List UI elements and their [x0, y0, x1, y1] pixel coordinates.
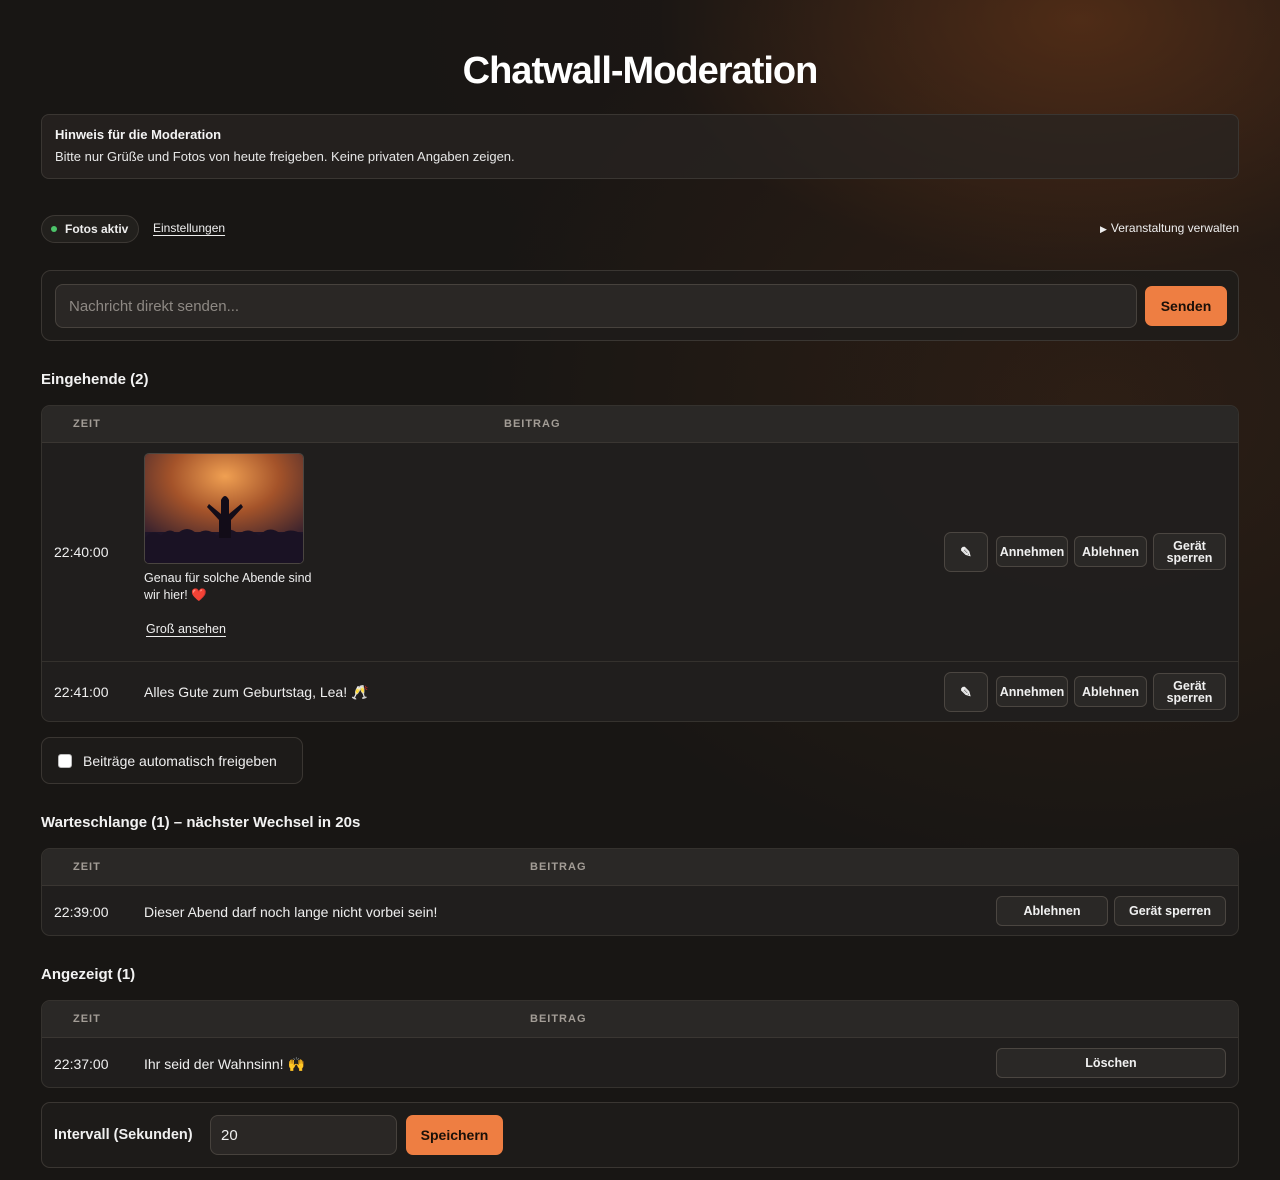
row-text: Ihr seid der Wahnsinn! 🙌 [144, 1056, 305, 1072]
auto-approve-checkbox[interactable] [58, 753, 72, 768]
incoming-table: ZEIT BEITRAG 22:40:00 Genau für solche A… [41, 405, 1239, 722]
photos-status-badge: Fotos aktiv [41, 215, 140, 243]
column-post: BEITRAG [504, 418, 561, 430]
manage-event-toggle[interactable]: ▶ Veranstaltung verwalten [1100, 221, 1239, 235]
page-title: Chatwall-Moderation [462, 50, 819, 92]
accept-button[interactable]: Annehmen [996, 676, 1068, 707]
table-row: 22:40:00 Genau für solche Abende sind wi… [42, 443, 1238, 662]
table-row: 22:39:00 Dieser Abend darf noch lange ni… [42, 886, 1238, 935]
block-device-button[interactable]: Gerät sperren [1153, 673, 1226, 710]
column-post: BEITRAG [530, 1013, 587, 1025]
block-device-button[interactable]: Gerät sperren [1114, 896, 1226, 926]
post-caption: Genau für solche Abende sind wir hier! ❤… [144, 571, 312, 602]
status-dot-icon [51, 226, 57, 232]
reject-button[interactable]: Ablehnen [1074, 536, 1147, 567]
column-time: ZEIT [73, 1013, 101, 1025]
shown-table: ZEIT BEITRAG 22:37:00 Ihr seid der Wahns… [41, 1000, 1239, 1088]
view-large-link[interactable]: Groß ansehen [146, 622, 226, 636]
reject-button[interactable]: Ablehnen [1074, 676, 1147, 707]
row-time: 22:37:00 [54, 1056, 109, 1072]
notice-title: Hinweis für die Moderation [55, 127, 222, 142]
manage-event-label: Veranstaltung verwalten [1110, 221, 1239, 235]
block-device-button[interactable]: Gerät sperren [1153, 533, 1226, 570]
queue-section-title: Warteschlange (1) – nächster Wechsel in … [41, 814, 361, 831]
table-row: 22:41:00 Alles Gute zum Geburtstag, Lea!… [42, 662, 1238, 721]
notice-text: Bitte nur Grüße und Fotos von heute frei… [55, 149, 515, 164]
column-time: ZEIT [73, 418, 101, 430]
message-input[interactable] [55, 284, 1137, 328]
send-button[interactable]: Senden [1145, 286, 1227, 326]
reject-button[interactable]: Ablehnen [996, 896, 1108, 926]
message-composer: Senden [41, 270, 1239, 341]
incoming-section-title: Eingehende (2) [41, 371, 149, 388]
column-post: BEITRAG [530, 861, 587, 873]
edit-button[interactable]: ✎ [944, 532, 988, 572]
queue-table: ZEIT BEITRAG 22:39:00 Dieser Abend darf … [41, 848, 1239, 936]
status-label: Fotos aktiv [65, 222, 129, 236]
table-header: ZEIT BEITRAG [42, 406, 1238, 443]
auto-approve-label: Beiträge automatisch freigeben [83, 752, 277, 769]
interval-settings: Intervall (Sekunden) Speichern [41, 1102, 1239, 1168]
edit-button[interactable]: ✎ [944, 672, 988, 712]
row-time: 22:41:00 [54, 684, 109, 700]
moderation-notice: Hinweis für die Moderation Bitte nur Grü… [41, 114, 1239, 179]
table-row: 22:37:00 Ihr seid der Wahnsinn! 🙌 Lösche… [42, 1038, 1238, 1087]
disclosure-triangle-icon: ▶ [1099, 224, 1107, 234]
column-time: ZEIT [73, 861, 101, 873]
settings-link[interactable]: Einstellungen [153, 221, 225, 235]
save-button[interactable]: Speichern [406, 1115, 503, 1155]
accept-button[interactable]: Annehmen [996, 536, 1068, 567]
table-header: ZEIT BEITRAG [42, 1001, 1238, 1038]
auto-approve-toggle[interactable]: Beiträge automatisch freigeben [41, 737, 303, 784]
post-photo[interactable] [144, 453, 304, 564]
row-time: 22:40:00 [54, 544, 109, 560]
interval-input[interactable] [210, 1115, 397, 1155]
row-text: Dieser Abend darf noch lange nicht vorbe… [144, 904, 438, 920]
interval-label: Intervall (Sekunden) [54, 1127, 193, 1143]
delete-button[interactable]: Löschen [996, 1048, 1226, 1078]
shown-section-title: Angezeigt (1) [41, 966, 136, 983]
row-time: 22:39:00 [54, 904, 109, 920]
table-header: ZEIT BEITRAG [42, 849, 1238, 886]
row-text: Alles Gute zum Geburtstag, Lea! 🥂 [144, 684, 369, 700]
